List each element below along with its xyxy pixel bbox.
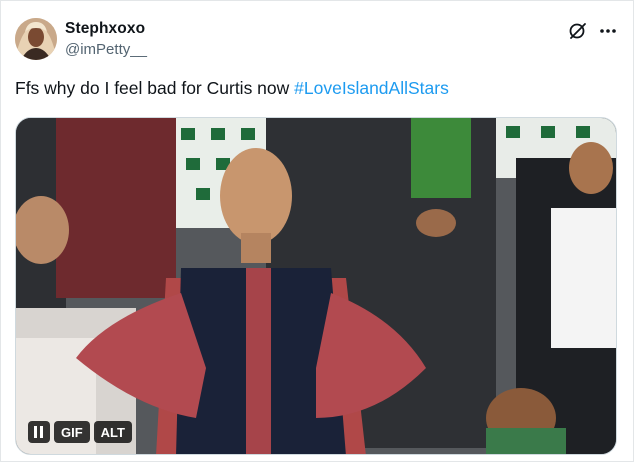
gif-frame: [16, 118, 616, 454]
pause-icon: [34, 426, 43, 438]
avatar-image: [15, 18, 57, 60]
pause-button[interactable]: [28, 421, 50, 443]
media-controls: GIF ALT: [28, 421, 132, 443]
tweet-body: Ffs why do I feel bad for Curtis now: [15, 78, 295, 98]
tweet-media-gif[interactable]: GIF ALT: [15, 117, 617, 455]
more-icon[interactable]: [597, 21, 619, 41]
avatar[interactable]: [15, 18, 57, 60]
hashtag-link[interactable]: #LoveIslandAllStars: [294, 78, 449, 98]
tweet-card[interactable]: Stephxoxo @imPetty__ Ffs why do I feel b…: [0, 0, 634, 462]
tweet-text: Ffs why do I feel bad for Curtis now #Lo…: [15, 78, 449, 99]
display-name[interactable]: Stephxoxo: [65, 20, 145, 38]
grok-icon[interactable]: [567, 20, 589, 42]
user-handle[interactable]: @imPetty__: [65, 41, 147, 58]
gif-badge: GIF: [54, 421, 90, 443]
alt-text-button[interactable]: ALT: [93, 421, 132, 443]
